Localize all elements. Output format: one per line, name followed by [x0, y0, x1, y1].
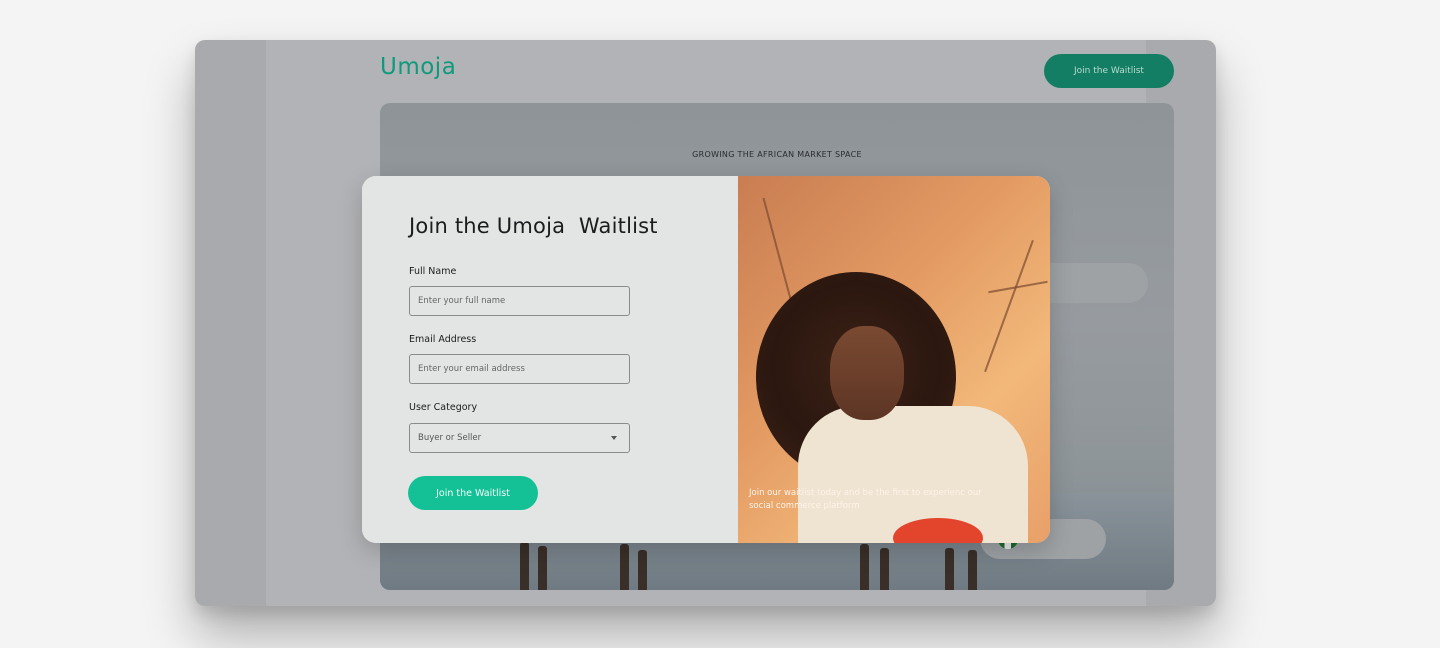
header-join-waitlist-button[interactable]: Join the Waitlist	[1044, 54, 1174, 88]
full-name-label: Full Name	[409, 266, 457, 277]
waitlist-modal: Join the Umoja Waitlist Full Name Email …	[362, 176, 1050, 543]
chevron-down-icon	[611, 436, 617, 440]
user-category-value: Buyer or Seller	[418, 433, 482, 443]
modal-caption: Join our waitlist today and be the first…	[749, 488, 982, 511]
logo[interactable]: Umoja	[380, 54, 456, 80]
modal-photo: Join our waitlist today and be the first…	[738, 176, 1050, 543]
hero-eyebrow: GROWING THE AFRICAN MARKET SPACE	[692, 150, 862, 159]
email-input[interactable]	[409, 354, 630, 384]
full-name-input[interactable]	[409, 286, 630, 316]
join-waitlist-button[interactable]: Join the Waitlist	[408, 476, 538, 510]
user-category-select[interactable]: Buyer or Seller	[409, 423, 630, 453]
portrait-face	[830, 326, 904, 420]
modal-title: Join the Umoja Waitlist	[409, 214, 658, 238]
email-label: Email Address	[409, 334, 477, 345]
user-category-label: User Category	[409, 402, 478, 413]
waitlist-form: Join the Umoja Waitlist Full Name Email …	[362, 176, 738, 543]
